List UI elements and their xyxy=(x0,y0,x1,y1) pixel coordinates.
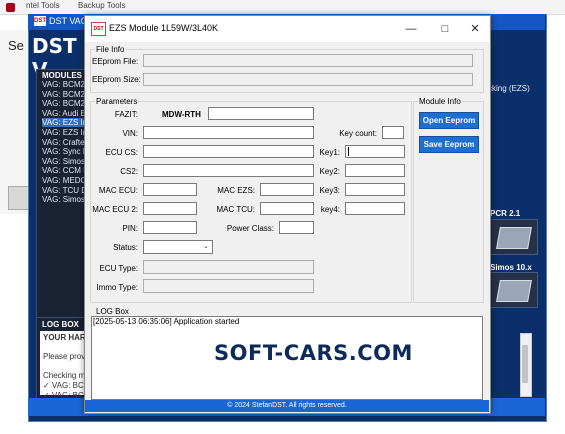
ecu-cs-input[interactable] xyxy=(143,145,314,158)
key2-input[interactable] xyxy=(345,164,405,177)
dst-logo-icon: DST xyxy=(91,22,106,36)
ecu-type-field xyxy=(143,260,314,274)
main-banner: DST V xyxy=(32,34,77,82)
module-list-item[interactable]: VAG: Simos xyxy=(42,195,85,204)
module-list-item[interactable]: VAG: Simos xyxy=(42,157,85,166)
mac-tcu-label: MAC TCU: xyxy=(216,205,255,214)
main-status-text: cking (EZS) xyxy=(488,84,530,93)
save-eeprom-button[interactable]: Save Eeprom xyxy=(419,136,479,153)
mac-ecu2-input[interactable] xyxy=(143,202,197,215)
dst-logo-icon: DST xyxy=(34,16,46,26)
main-window-title: DST VAG xyxy=(49,16,88,26)
eeprom-size-label: EEprom Size: xyxy=(92,75,141,84)
mac-ecu-input[interactable] xyxy=(143,183,197,196)
mac-ecu2-label: MAC ECU 2: xyxy=(92,205,138,214)
open-eeprom-button[interactable]: Open Eeprom xyxy=(419,112,479,129)
ezs-dialog-title: EZS Module 1L59W/3L40K xyxy=(109,23,219,33)
host-menu-tools[interactable]: ntel Tools xyxy=(26,1,60,10)
mac-ecu-label: MAC ECU: xyxy=(98,186,138,195)
immo-type-label: Immo Type: xyxy=(96,283,138,292)
ecu-board-icon xyxy=(496,280,532,302)
key-count-label: Key count: xyxy=(339,129,377,138)
parameters-label: Parameters xyxy=(95,97,139,106)
main-log-scrollbar-thumb[interactable] xyxy=(522,345,528,383)
module-list-item[interactable]: VAG: Crafte xyxy=(42,138,85,147)
text-cursor xyxy=(348,147,349,156)
key1-label: Key1: xyxy=(319,148,340,157)
app-logo-icon xyxy=(6,3,15,12)
key4-label: key4: xyxy=(320,205,340,214)
mac-ezs-label: MAC EZS: xyxy=(217,186,255,195)
vin-label: VIN: xyxy=(122,129,138,138)
key2-label: Key2: xyxy=(319,167,340,176)
module-info-label: Module Info xyxy=(418,97,462,106)
module-list-item[interactable]: VAG: BCM2 xyxy=(42,80,85,89)
main-logbox-line: Checking m xyxy=(43,371,86,381)
key3-label: Key3: xyxy=(319,186,340,195)
fazit-label: FAZIT: xyxy=(114,110,138,119)
file-info-label: File Info xyxy=(95,45,126,54)
power-class-input[interactable] xyxy=(279,221,314,234)
mac-tcu-input[interactable] xyxy=(260,202,314,215)
ecu-board-icon xyxy=(496,227,532,249)
close-button[interactable]: ✕ xyxy=(466,20,484,38)
device-label-pcr: PCR 2.1 xyxy=(490,209,521,218)
mac-ezs-input[interactable] xyxy=(260,183,314,196)
device-label-simos: Simos 10.x xyxy=(490,263,532,272)
module-list-item[interactable]: VAG: Audi E xyxy=(42,109,86,118)
module-list-item[interactable]: VAG: TCU D xyxy=(42,186,87,195)
main-logbox-line: Please prov xyxy=(43,352,86,362)
background-window-button[interactable] xyxy=(8,186,30,210)
maximize-button[interactable]: □ xyxy=(436,20,454,38)
log-line: [2025-05-13 06:35:06] Application starte… xyxy=(93,317,240,326)
log-box-label: LOG Box xyxy=(95,307,130,316)
main-logbox-line: YOUR HAR xyxy=(43,333,86,342)
eeprom-file-field[interactable] xyxy=(143,54,473,67)
key1-input[interactable] xyxy=(345,145,405,158)
cs2-label: CS2: xyxy=(120,167,138,176)
main-logbox-header: LOG BOX xyxy=(42,320,79,329)
module-list-item[interactable]: VAG: BCM2 xyxy=(42,90,85,99)
immo-type-field xyxy=(143,279,314,293)
fazit-prefix: MDW-RTH xyxy=(162,110,201,119)
ecu-cs-label: ECU CS: xyxy=(105,148,138,157)
pin-input[interactable] xyxy=(143,221,197,234)
cs2-input[interactable] xyxy=(143,164,314,177)
background-window-title: Se xyxy=(8,38,24,53)
module-list-item[interactable]: VAG: BCM2 xyxy=(42,99,85,108)
module-info-group xyxy=(413,101,484,303)
power-class-label: Power Class: xyxy=(226,224,274,233)
module-list-item[interactable]: VAG: EZS Im xyxy=(42,118,90,128)
ecu-type-label: ECU Type: xyxy=(99,264,138,273)
eeprom-size-field[interactable] xyxy=(143,73,473,86)
eeprom-file-label: EEprom File: xyxy=(92,57,139,66)
vin-input[interactable] xyxy=(143,126,314,139)
watermark: SOFT-CARS.COM xyxy=(214,341,413,365)
host-menu-backup[interactable]: Backup Tools xyxy=(78,1,125,10)
key-count-input[interactable] xyxy=(382,126,404,139)
module-list-item[interactable]: VAG: MEDC xyxy=(42,176,86,185)
chevron-down-icon: ⌄ xyxy=(203,243,209,250)
minimize-button[interactable]: — xyxy=(402,20,420,38)
key3-input[interactable] xyxy=(345,183,405,196)
module-list-item[interactable]: VAG: CCM M xyxy=(42,166,90,175)
module-list-item[interactable]: VAG: EZS Im xyxy=(42,128,89,137)
pin-label: PIN: xyxy=(122,224,138,233)
key4-input[interactable] xyxy=(345,202,405,215)
modules-header: MODULES xyxy=(42,71,82,80)
module-list-item[interactable]: VAG: Sync M xyxy=(42,147,89,156)
status-label: Status: xyxy=(113,243,138,252)
ezs-dialog-footer: © 2024 StefanDST. All rights reserved. xyxy=(85,400,489,412)
fazit-input[interactable] xyxy=(208,107,314,120)
